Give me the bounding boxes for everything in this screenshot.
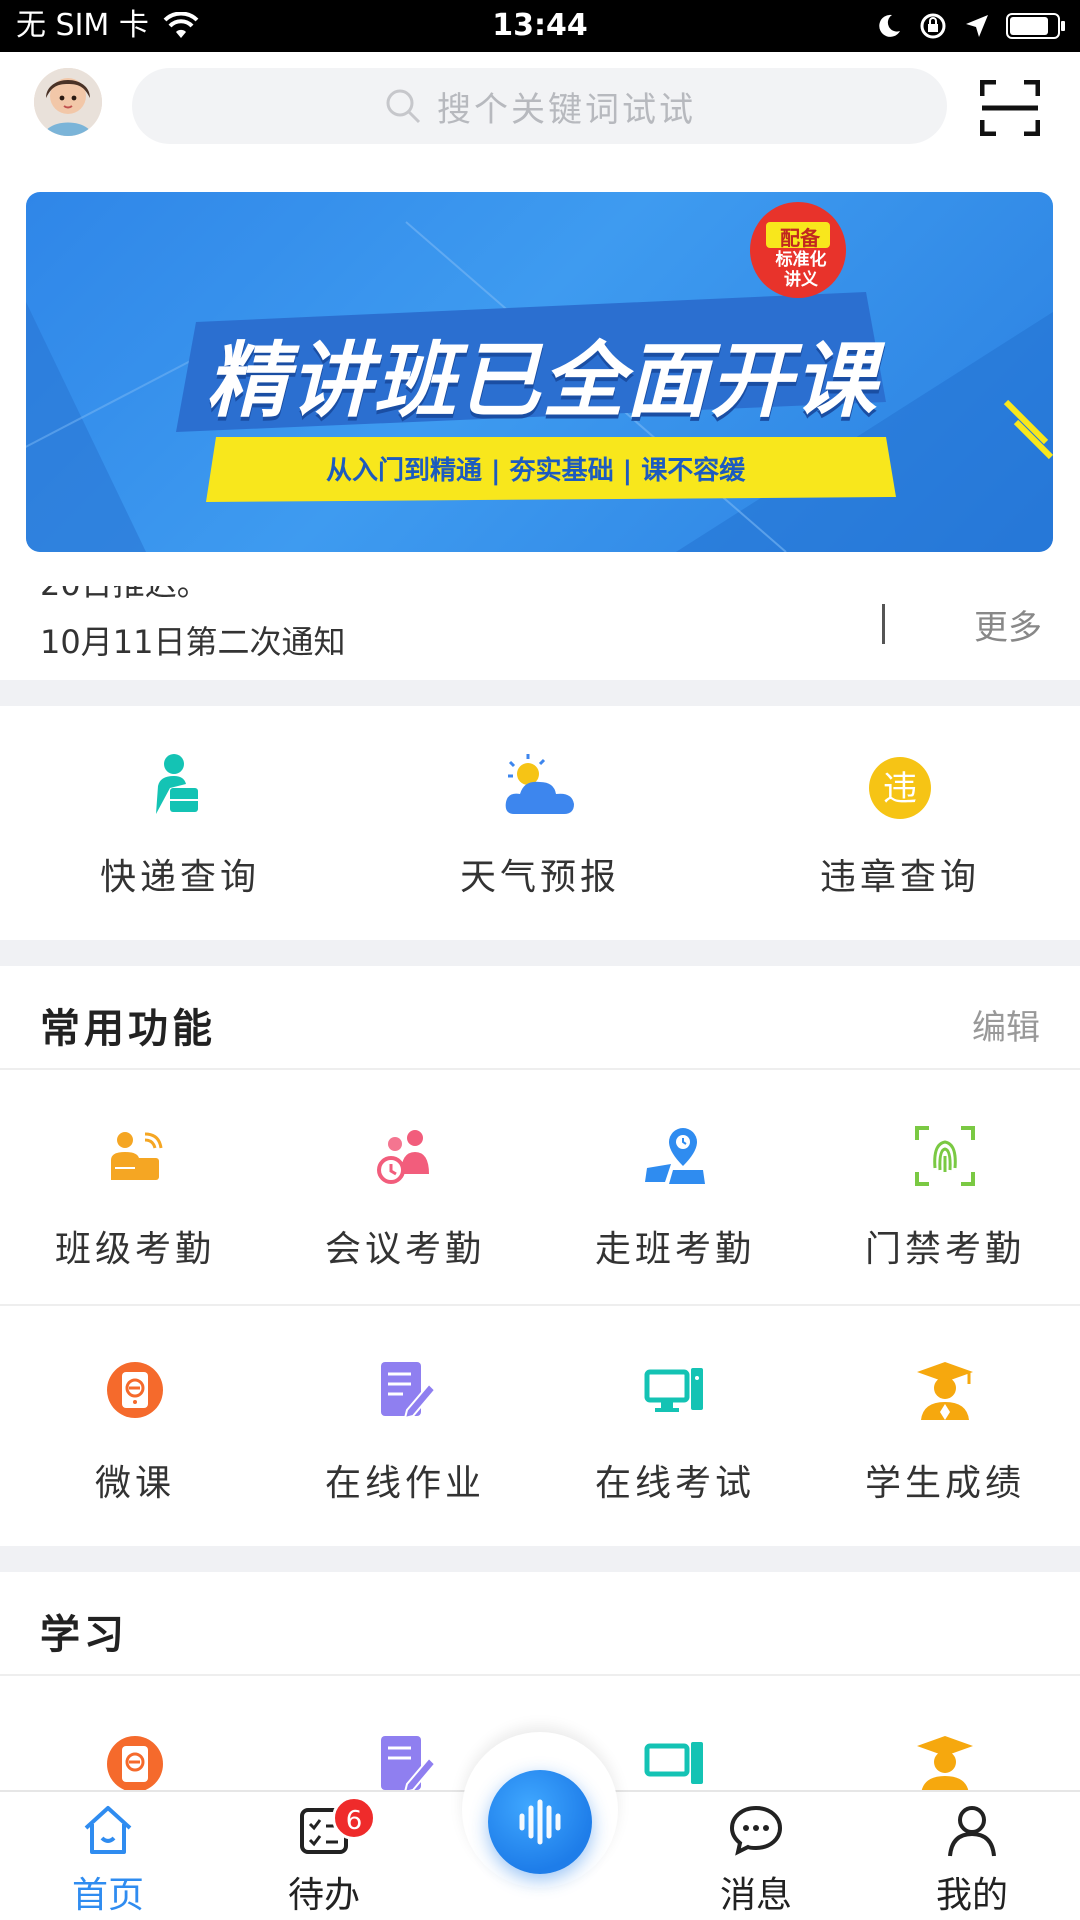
tab-label: 消息 bbox=[719, 1875, 792, 1916]
tab-message[interactable]: 消息 bbox=[696, 1802, 816, 1918]
grid-item-online-homework[interactable]: 在线作业 bbox=[270, 1306, 540, 1540]
todo-badge: 6 bbox=[332, 1796, 376, 1840]
common-functions-header: 常用功能 编辑 bbox=[0, 966, 1080, 1070]
search-bar[interactable]: 搜个关键词试试 bbox=[132, 68, 947, 144]
notice-previous-line: 20日推迟。 bbox=[40, 565, 209, 603]
tools-row: 快递查询 天气预报 违 违章查询 bbox=[0, 706, 1080, 940]
grid-item-access-control[interactable]: 门禁考勤 bbox=[810, 1072, 1080, 1306]
tab-label: 我的 bbox=[935, 1875, 1008, 1916]
status-bar: 无 SIM 卡 13:44 bbox=[0, 0, 1080, 52]
status-right bbox=[876, 8, 1066, 44]
grid-item-label: 走班考勤 bbox=[594, 1229, 755, 1270]
violation-icon: 违 bbox=[869, 757, 931, 819]
search-placeholder: 搜个关键词试试 bbox=[437, 89, 696, 130]
study-header: 学习 bbox=[0, 1572, 1080, 1676]
grid-item-meeting-attendance[interactable]: 会议考勤 bbox=[270, 1072, 540, 1306]
message-icon bbox=[729, 1805, 783, 1856]
voice-button[interactable] bbox=[488, 1770, 592, 1874]
tab-home[interactable]: 首页 bbox=[48, 1802, 168, 1918]
home-icon bbox=[84, 1806, 132, 1854]
tool-label: 违章查询 bbox=[819, 857, 980, 898]
meeting-attendance-icon bbox=[377, 1130, 429, 1184]
online-homework-icon[interactable] bbox=[373, 1732, 437, 1796]
voice-icon bbox=[519, 1799, 561, 1845]
courier-icon bbox=[156, 754, 198, 814]
online-homework-icon bbox=[381, 1362, 437, 1420]
tab-label: 首页 bbox=[71, 1875, 144, 1916]
grid-item-class-attendance[interactable]: 班级考勤 bbox=[0, 1072, 270, 1306]
banner-badge-bottom: 标准化讲义 bbox=[775, 250, 827, 290]
online-exam-icon bbox=[644, 1368, 703, 1412]
section-title: 学习 bbox=[40, 1612, 128, 1658]
section-divider bbox=[0, 1546, 1080, 1572]
walk-class-attendance-icon bbox=[645, 1128, 705, 1184]
notice-separator bbox=[882, 604, 885, 644]
tool-courier[interactable]: 快递查询 bbox=[0, 752, 360, 900]
banner-badge-top: 配备 bbox=[780, 226, 820, 250]
battery-icon bbox=[1006, 13, 1065, 39]
common-row-2: 微课 在线作业 在线考试 学生成绩 bbox=[0, 1306, 1080, 1540]
grid-item-label: 微课 bbox=[94, 1463, 175, 1504]
promo-banner[interactable]: 精讲班已全面开课 从入门到精通 | 夯实基础 | 课不容缓 配备 标准化讲义 bbox=[26, 192, 1053, 552]
grid-item-micro-course[interactable]: 微课 bbox=[0, 1306, 270, 1540]
common-row-1: 班级考勤 会议考勤 走班考勤 门禁考勤 bbox=[0, 1072, 1080, 1306]
section-title: 常用功能 bbox=[40, 1006, 216, 1052]
avatar-image bbox=[34, 68, 102, 136]
online-exam-icon[interactable] bbox=[643, 1732, 707, 1796]
grid-item-walk-class-attendance[interactable]: 走班考勤 bbox=[540, 1072, 810, 1306]
grid-item-label: 班级考勤 bbox=[54, 1229, 215, 1270]
tab-profile[interactable]: 我的 bbox=[912, 1802, 1032, 1918]
tab-todo[interactable]: 6 待办 bbox=[264, 1796, 384, 1918]
banner-headline: 精讲班已全面开课 bbox=[206, 334, 878, 429]
grid-item-label: 学生成绩 bbox=[864, 1463, 1025, 1504]
scan-icon[interactable] bbox=[980, 80, 1040, 136]
class-attendance-icon bbox=[111, 1132, 163, 1180]
student-grades-icon[interactable] bbox=[913, 1732, 977, 1796]
location-icon bbox=[966, 15, 988, 37]
grid-item-student-grades[interactable]: 学生成绩 bbox=[810, 1306, 1080, 1540]
banner-subline: 从入门到精通 | 夯实基础 | 课不容缓 bbox=[326, 456, 746, 486]
student-grades-icon bbox=[917, 1362, 973, 1420]
micro-course-icon[interactable] bbox=[103, 1732, 167, 1796]
tool-weather[interactable]: 天气预报 bbox=[360, 752, 720, 900]
tab-label: 待办 bbox=[287, 1875, 360, 1916]
avatar[interactable] bbox=[34, 68, 102, 136]
grid-item-label: 在线考试 bbox=[594, 1463, 755, 1504]
grid-item-label: 门禁考勤 bbox=[864, 1229, 1025, 1270]
grid-item-online-exam[interactable]: 在线考试 bbox=[540, 1306, 810, 1540]
grid-item-label: 会议考勤 bbox=[324, 1229, 485, 1270]
moon-icon bbox=[879, 14, 900, 37]
tool-label: 快递查询 bbox=[99, 857, 260, 898]
rotation-lock-icon bbox=[920, 13, 946, 39]
edit-button[interactable]: 编辑 bbox=[972, 1000, 1040, 1049]
tool-label: 天气预报 bbox=[459, 857, 620, 898]
notice-bar[interactable]: 20日推迟。 10月11日第二次通知 更多 bbox=[0, 560, 1080, 680]
tool-violation[interactable]: 违 违章查询 bbox=[720, 752, 1080, 900]
micro-course-icon bbox=[107, 1362, 163, 1418]
profile-icon bbox=[948, 1806, 996, 1857]
section-divider bbox=[0, 680, 1080, 706]
grid-item-label: 在线作业 bbox=[324, 1463, 485, 1504]
access-control-icon bbox=[915, 1126, 975, 1186]
search-icon bbox=[386, 89, 421, 124]
notice-current-line: 10月11日第二次通知 bbox=[40, 623, 346, 658]
section-divider bbox=[0, 940, 1080, 966]
svg-text:违: 违 bbox=[883, 769, 917, 809]
notice-more-link[interactable]: 更多 bbox=[974, 600, 1042, 649]
weather-icon bbox=[505, 754, 574, 814]
